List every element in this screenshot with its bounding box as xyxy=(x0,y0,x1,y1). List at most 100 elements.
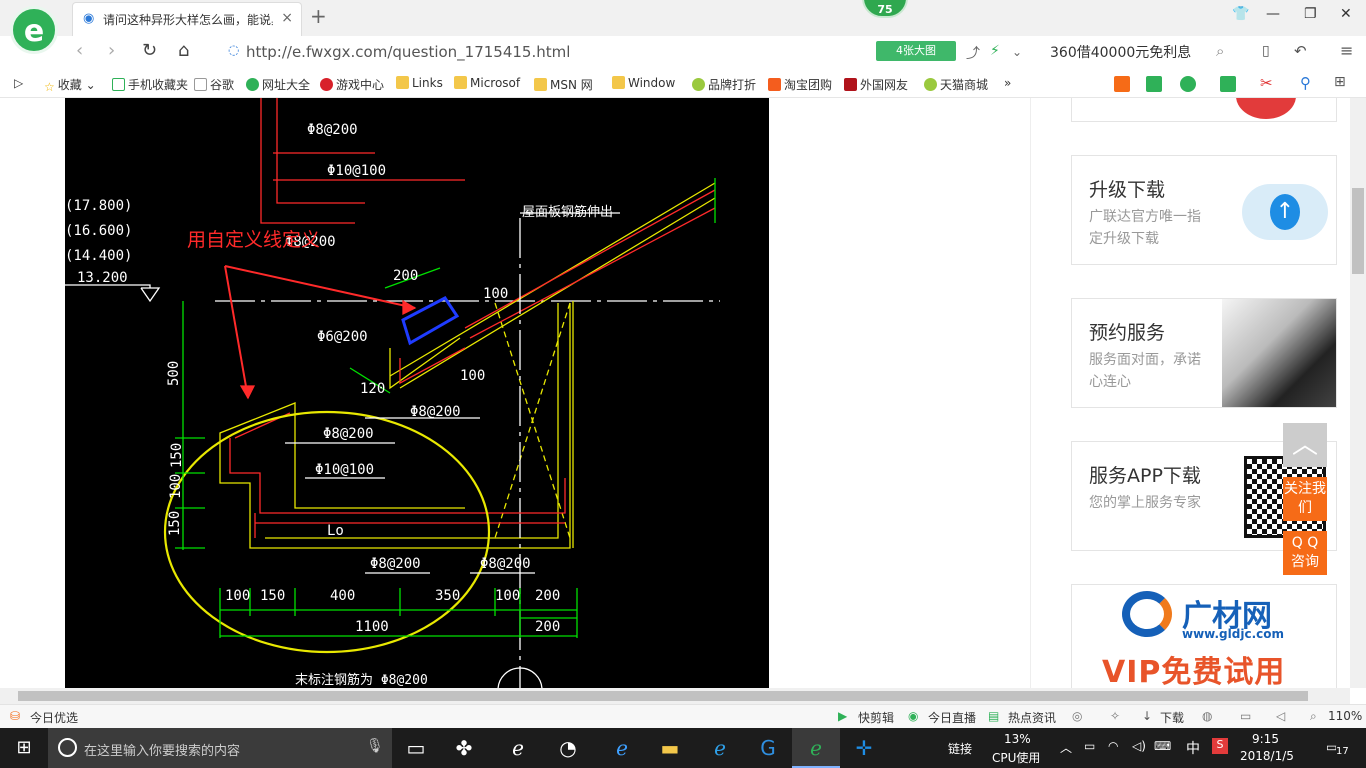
cad-note-label: 末标注钢筋为 Φ8@200 xyxy=(295,672,428,688)
tab-active[interactable]: ◉ 请问这种异形大样怎么画，能说具体点吗 × xyxy=(72,2,302,36)
cad-dimension-label: 150 xyxy=(260,588,285,604)
magnifier-icon[interactable]: ⚲ xyxy=(1300,74,1311,92)
windows-start-icon[interactable]: ⊞ xyxy=(0,728,48,768)
cad-annotation-text: 用自定义线定义 xyxy=(187,229,320,251)
card-title: 升级下载 xyxy=(1089,179,1166,201)
big-image-button[interactable]: 4张大图 xyxy=(876,41,956,61)
tray-expand-icon[interactable]: ︿ xyxy=(1060,739,1072,756)
vertical-scrollbar[interactable] xyxy=(1350,98,1366,688)
browser-e-icon[interactable]: ℯ xyxy=(494,728,542,768)
bookmark-favorites[interactable]: ☆ 收藏 ⌄ xyxy=(44,76,96,94)
wifi-icon[interactable]: ◠ xyxy=(1108,739,1118,753)
bookmark-item[interactable]: Links xyxy=(396,76,443,90)
back-button[interactable]: ‹ xyxy=(76,40,83,61)
keyboard-icon[interactable]: ⌨ xyxy=(1154,739,1171,753)
gldjc-ad-card[interactable]: 广材网 www.gldjc.com VIP免费试用 xyxy=(1071,584,1337,688)
translate-icon[interactable] xyxy=(1220,76,1239,93)
status-item[interactable]: 快剪辑 xyxy=(858,709,894,726)
window-icon[interactable]: ▭ xyxy=(1240,709,1251,723)
grid-icon[interactable]: ⊞ xyxy=(1334,74,1346,90)
menu-icon[interactable]: ≡ xyxy=(1340,41,1353,60)
download-button[interactable]: 下载 xyxy=(1160,709,1184,726)
volume-icon[interactable]: ◁) xyxy=(1132,739,1146,753)
taskbar-search-box[interactable]: 在这里输入你要搜索的内容 🎙 xyxy=(48,728,392,768)
app-360-icon[interactable]: ✤ xyxy=(440,728,488,768)
money-icon[interactable] xyxy=(1180,76,1199,93)
browser-logo-icon[interactable]: e xyxy=(10,6,58,54)
settings-icon[interactable]: ◍ xyxy=(1202,709,1212,723)
minimize-button[interactable]: — xyxy=(1266,6,1280,22)
zoom-level[interactable]: 110% xyxy=(1328,709,1362,723)
status-item[interactable]: 今日直播 xyxy=(928,709,976,726)
search-icon[interactable]: ⌕ xyxy=(1216,42,1224,60)
cad-drawing-image[interactable]: (17.800) (16.600) (14.400) 13.200 Φ8@200… xyxy=(65,98,769,688)
bookmark-item[interactable]: 品牌打折 xyxy=(692,76,756,93)
skin-icon[interactable]: 👕 xyxy=(1232,6,1249,22)
upgrade-download-card[interactable]: 升级下载 广联达官方唯一指定升级下载 ↑ xyxy=(1071,155,1337,265)
microphone-icon[interactable]: 🎙 xyxy=(366,738,384,754)
appointment-service-card[interactable]: 预约服务 服务面对面，承诺心连心 xyxy=(1071,298,1337,408)
tools-icon[interactable]: ✧ xyxy=(1110,709,1120,723)
tab-close-button[interactable]: × xyxy=(281,10,293,26)
home-button[interactable]: ⌂ xyxy=(178,40,189,61)
sogou-icon[interactable]: S xyxy=(1212,738,1228,754)
ie-icon[interactable]: ℯ xyxy=(696,728,744,768)
360-browser-taskbar-icon[interactable]: ℯ xyxy=(792,728,840,768)
scissors-icon[interactable]: ✂ xyxy=(1260,74,1273,92)
sidebar-toggle-icon[interactable]: ▷ xyxy=(14,76,23,90)
promo-link[interactable]: 360借40000元免利息 xyxy=(1050,42,1191,62)
status-item[interactable]: 热点资讯 xyxy=(1008,709,1056,726)
url-text[interactable]: http://e.fwxgx.com/question_1715415.html xyxy=(246,43,570,61)
chevron-down-icon[interactable]: ⌄ xyxy=(1012,45,1022,59)
g-app-icon[interactable]: G xyxy=(744,728,792,768)
bookmark-item[interactable]: 外国网友 xyxy=(844,76,908,93)
remote-app-icon[interactable]: ✛ xyxy=(840,728,888,768)
cad-dimension-label: 150 xyxy=(169,443,185,468)
sound-icon[interactable]: ◁ xyxy=(1276,709,1285,723)
bookmark-item[interactable]: Microsof xyxy=(454,76,520,90)
bookmark-item[interactable]: 手机收藏夹 xyxy=(112,76,188,93)
task-view-icon[interactable]: ▭ xyxy=(392,728,440,768)
bookmark-item[interactable]: 淘宝团购 xyxy=(768,76,832,93)
site-security-icon[interactable]: ◌ xyxy=(228,43,239,58)
bookmark-item[interactable]: MSN 网 xyxy=(534,76,593,93)
horizontal-scrollbar[interactable] xyxy=(0,688,1350,704)
mobile-icon[interactable]: ▯ xyxy=(1262,43,1270,59)
bookmark-item[interactable]: 网址大全 xyxy=(246,76,310,93)
new-tab-button[interactable]: + xyxy=(310,4,327,28)
bookmark-item[interactable]: 谷歌 xyxy=(194,76,234,93)
bookmark-item[interactable]: 游戏中心 xyxy=(320,76,384,93)
ime-indicator[interactable]: 中 xyxy=(1186,738,1200,758)
chrome-like-icon[interactable]: ◔ xyxy=(544,728,592,768)
qq-consult-button[interactable]: Q Q 咨询 xyxy=(1283,531,1327,575)
clock-date[interactable]: 2018/1/5 xyxy=(1240,749,1294,763)
forward-button[interactable]: › xyxy=(108,40,115,61)
bookmark-item[interactable]: 天猫商城 xyxy=(924,76,988,93)
file-explorer-icon[interactable]: ▬ xyxy=(646,728,694,768)
undo-icon[interactable]: ↶ xyxy=(1294,42,1307,60)
more-bookmarks-icon[interactable]: » xyxy=(1004,76,1011,90)
reload-button[interactable]: ↻ xyxy=(142,40,157,61)
horizontal-scrollbar-thumb[interactable] xyxy=(18,691,1308,701)
bookmark-item[interactable]: Window xyxy=(612,76,675,90)
links-label[interactable]: 链接 xyxy=(948,740,972,757)
clock-time[interactable]: 9:15 xyxy=(1252,732,1279,746)
battery-icon[interactable]: ▭ xyxy=(1084,739,1095,753)
reader-icon[interactable] xyxy=(1146,76,1165,93)
vertical-scrollbar-thumb[interactable] xyxy=(1352,188,1364,274)
address-bar[interactable]: ◌ http://e.fwxgx.com/question_1715415.ht… xyxy=(224,39,864,65)
sidebar-card-partial[interactable] xyxy=(1071,98,1337,122)
edge-icon[interactable]: ℯ xyxy=(598,728,646,768)
today-picks-link[interactable]: 今日优选 xyxy=(30,709,78,726)
back-to-top-button[interactable]: ︿ xyxy=(1283,423,1327,467)
bookmarks-bar: ▷ ☆ 收藏 ⌄ 手机收藏夹 谷歌 网址大全 游戏中心 Links Microso… xyxy=(0,70,1366,98)
speed-icon[interactable]: ⚡ xyxy=(990,43,1000,59)
score-badge[interactable]: 75 xyxy=(862,0,908,18)
share-icon[interactable]: ⤴ xyxy=(966,43,980,63)
discount-icon[interactable] xyxy=(1114,76,1133,93)
follow-us-button[interactable]: 关注我们 xyxy=(1283,477,1327,521)
close-window-button[interactable]: ✕ xyxy=(1340,6,1352,22)
bookmark-label: 网址大全 xyxy=(262,78,311,92)
speed-dial-icon[interactable]: ◎ xyxy=(1072,709,1082,723)
restore-button[interactable]: ❐ xyxy=(1304,6,1317,22)
